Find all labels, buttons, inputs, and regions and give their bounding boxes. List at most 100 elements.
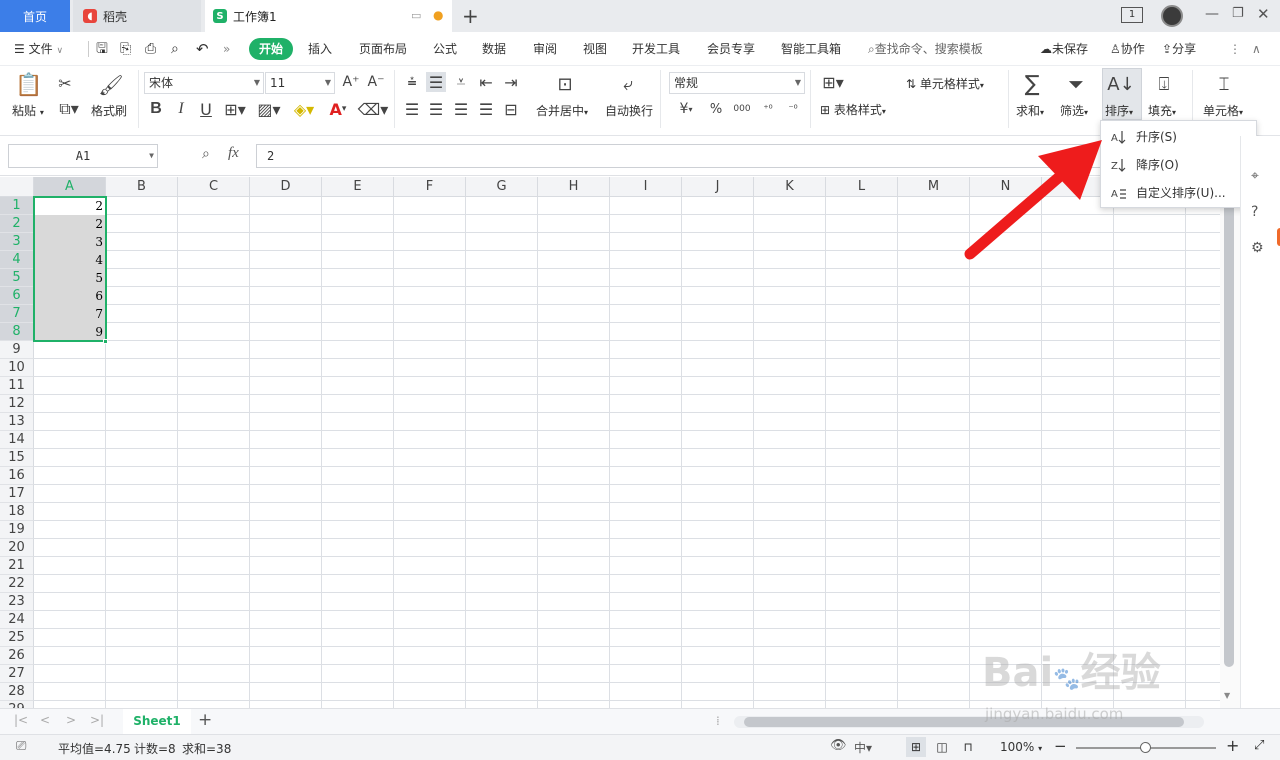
row-header[interactable]: 9 [0, 341, 34, 359]
zoom-slider-thumb[interactable] [1140, 742, 1151, 753]
cell-icon[interactable]: ⌶ [1210, 70, 1238, 98]
italic-button[interactable]: I [171, 98, 191, 120]
column-header[interactable]: B [106, 177, 178, 197]
align-left-icon[interactable]: ☰ [402, 98, 422, 120]
tab-start[interactable]: 开始 [249, 38, 294, 60]
clear-format-icon[interactable]: ⌫▾ [358, 98, 389, 120]
row-header[interactable]: 11 [0, 377, 34, 395]
tab-developer[interactable]: 开发工具 [632, 32, 680, 66]
add-sheet-icon[interactable]: + [198, 710, 212, 730]
wrap-text-icon[interactable]: ⤶ [614, 70, 642, 98]
custom-sort-item[interactable]: A 自定义排序(U)... [1101, 180, 1256, 206]
first-sheet-icon[interactable]: |< [14, 713, 28, 727]
tab-review[interactable]: 审阅 [533, 32, 557, 66]
zoom-level[interactable]: 100% ▾ [1000, 740, 1042, 754]
format-painter-button[interactable]: 格式刷 [91, 102, 127, 119]
tab-data[interactable]: 数据 [482, 32, 506, 66]
border-icon[interactable]: ⊞▾ [220, 98, 250, 120]
decrease-decimal-icon[interactable]: ⁻⁰ [782, 98, 804, 120]
tab-formula[interactable]: 公式 [433, 32, 457, 66]
align-right-icon[interactable]: ☰ [451, 98, 471, 120]
zoom-slider[interactable] [1076, 742, 1216, 753]
row-header[interactable]: 18 [0, 503, 34, 521]
decrease-font-icon[interactable]: A⁻ [366, 72, 386, 92]
row-header[interactable]: 6 [0, 287, 34, 305]
fill-handle[interactable] [103, 339, 108, 344]
align-middle-icon[interactable]: ☰ [426, 72, 446, 92]
tab-daoke[interactable]: ◖ 稻壳 [73, 0, 201, 32]
column-header[interactable]: F [394, 177, 466, 197]
column-header[interactable]: G [466, 177, 538, 197]
column-header[interactable]: H [538, 177, 610, 197]
indent-decrease-icon[interactable]: ⇤ [476, 72, 496, 92]
row-header[interactable]: 16 [0, 467, 34, 485]
row-header[interactable]: 4 [0, 251, 34, 269]
row-header[interactable]: 13 [0, 413, 34, 431]
row-header[interactable]: 25 [0, 629, 34, 647]
sheet-tab-sheet1[interactable]: Sheet1 [123, 709, 191, 734]
column-header[interactable]: A [34, 177, 106, 197]
cursor-tool-icon[interactable]: ⌖ [1251, 168, 1259, 184]
fill-pattern-icon[interactable]: ▨▾ [254, 98, 284, 120]
row-header[interactable]: 17 [0, 485, 34, 503]
zoom-search-icon[interactable]: ⌕ [202, 146, 210, 162]
print-icon[interactable]: ⎙ [145, 32, 156, 66]
new-tab-icon[interactable]: + [462, 4, 479, 28]
vertical-scrollbar[interactable]: ▼ [1220, 177, 1240, 708]
close-icon[interactable]: ✕ [1257, 5, 1270, 23]
column-header[interactable]: D [250, 177, 322, 197]
vertical-scroll-thumb[interactable] [1224, 191, 1234, 667]
row-header[interactable]: 7 [0, 305, 34, 323]
normal-view-icon[interactable]: ⊞ [906, 737, 926, 757]
currency-button[interactable]: ¥ ▾ [672, 98, 700, 120]
copy-icon[interactable]: ⧉▾ [54, 98, 84, 120]
merge-center-button[interactable]: 合并居中▾ [536, 102, 588, 119]
restore-icon[interactable]: ❐ [1232, 6, 1244, 21]
export-pdf-icon[interactable]: ⎘ [120, 32, 131, 66]
fullscreen-icon[interactable]: ⤢ [1254, 738, 1264, 753]
fx-icon[interactable]: fx [228, 145, 239, 162]
page-break-view-icon[interactable]: ⊓ [958, 737, 978, 757]
row-header[interactable]: 8 [0, 323, 34, 341]
row-header[interactable]: 20 [0, 539, 34, 557]
save-icon[interactable]: 🖫 [96, 32, 108, 66]
horizontal-scrollbar[interactable] [734, 716, 1204, 728]
monitor-icon[interactable]: ▭ [411, 9, 421, 22]
column-header[interactable]: E [322, 177, 394, 197]
justify-icon[interactable]: ☰ [476, 98, 496, 120]
row-header[interactable]: 29 [0, 701, 34, 708]
indent-increase-icon[interactable]: ⇥ [501, 72, 521, 92]
help-icon[interactable]: ? [1251, 204, 1258, 220]
share-button[interactable]: ⇪分享 [1162, 32, 1196, 66]
filter-button[interactable]: 筛选▾ [1060, 102, 1088, 119]
zoom-out-icon[interactable]: − [1054, 737, 1067, 755]
row-header[interactable]: 21 [0, 557, 34, 575]
row-header[interactable]: 28 [0, 683, 34, 701]
collapse-ribbon-icon[interactable]: ∧ [1252, 32, 1261, 66]
conditional-format-icon[interactable]: ⊞▾ [818, 72, 848, 92]
select-all-corner[interactable] [0, 177, 34, 197]
format-painter-icon[interactable]: 🖌 [96, 70, 126, 100]
percent-button[interactable]: % [705, 98, 727, 120]
column-header[interactable]: I [610, 177, 682, 197]
increase-decimal-icon[interactable]: ⁺⁰ [757, 98, 779, 120]
cell-style-button[interactable]: ⇅ 单元格样式▾ [906, 75, 984, 92]
row-header[interactable]: 23 [0, 593, 34, 611]
next-sheet-icon[interactable]: > [66, 713, 76, 727]
collab-button[interactable]: ♙协作 [1110, 32, 1145, 66]
tab-home[interactable]: 首页 [0, 0, 70, 32]
cell-button[interactable]: 单元格▾ [1203, 102, 1243, 119]
tab-smart-tools[interactable]: 智能工具箱 [781, 32, 841, 66]
increase-font-icon[interactable]: A⁺ [341, 72, 361, 92]
number-format-select[interactable]: 常规 ▼ [669, 72, 805, 94]
paste-icon[interactable]: 📋 [14, 70, 44, 100]
font-size-select[interactable]: 11 ▼ [265, 72, 335, 94]
align-top-icon[interactable]: ⩮ [402, 72, 422, 92]
underline-button[interactable]: U [196, 98, 216, 120]
row-header[interactable]: 22 [0, 575, 34, 593]
distribute-icon[interactable]: ⊟ [501, 98, 521, 120]
sort-button[interactable]: 排序▾ [1105, 102, 1133, 119]
tab-page-layout[interactable]: 页面布局 [359, 32, 407, 66]
minimize-icon[interactable]: — [1205, 6, 1219, 22]
sort-ascending-item[interactable]: A 升序(S) [1101, 124, 1256, 150]
